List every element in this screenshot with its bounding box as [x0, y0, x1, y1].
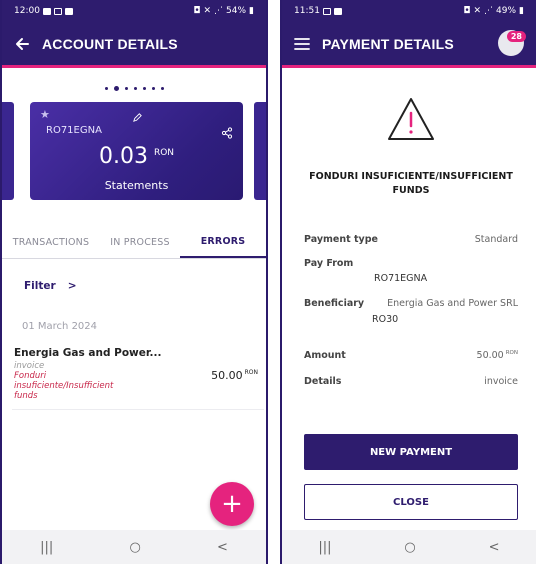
amount-value: 50.00	[476, 350, 504, 361]
add-button[interactable]: +	[210, 482, 254, 526]
gallery-icon	[53, 7, 62, 15]
amount-value-group: 50.00 RON	[477, 350, 518, 361]
details-value: invoice	[484, 376, 518, 387]
balance-currency: RON	[153, 148, 175, 158]
status-bar: 12:00 ◘ ✕ ⋰ 54% ▮	[2, 0, 266, 22]
carousel-dot	[124, 87, 128, 90]
amount-currency: RON	[505, 350, 518, 356]
warning-triangle-icon	[386, 96, 436, 146]
carousel-dot	[160, 87, 164, 90]
payment-type-value: Standard	[474, 234, 518, 245]
notification-badge: 28	[506, 31, 526, 42]
star-icon[interactable]: ★	[40, 108, 50, 121]
filter-label: Filter	[24, 280, 56, 292]
page-title: ACCOUNT DETAILS	[42, 35, 178, 52]
mute-icon: ✕	[203, 6, 212, 16]
amount-label: Amount	[304, 350, 346, 361]
share-icon[interactable]	[221, 124, 233, 143]
close-button[interactable]: CLOSE	[304, 484, 518, 520]
message-icon	[333, 7, 342, 15]
amount-currency: RON	[244, 369, 258, 376]
carousel-dot	[142, 87, 146, 90]
gallery-icon	[322, 7, 331, 15]
pay-from-label: Pay From	[304, 258, 354, 269]
filter-button[interactable]: Filter >	[24, 280, 77, 292]
pay-from-value: RO71EGNA	[374, 273, 428, 284]
recents-icon[interactable]: |||	[318, 540, 331, 555]
page-title: PAYMENT DETAILS	[322, 35, 454, 52]
back-icon[interactable]: <	[217, 540, 228, 555]
back-arrow-icon[interactable]	[14, 36, 30, 52]
status-time: 12:00	[14, 6, 40, 16]
recents-icon[interactable]: |||	[40, 540, 53, 555]
battery-icon: ▮	[519, 6, 524, 16]
carousel-dot	[151, 87, 155, 90]
signal-icon: ⋰	[214, 6, 224, 16]
carousel-dot-active	[113, 86, 119, 91]
home-icon[interactable]: ○	[404, 540, 415, 555]
carousel-dots	[2, 86, 266, 91]
previous-account-card[interactable]	[2, 102, 14, 200]
transaction-amount: 50.00 RON	[211, 369, 258, 382]
alarm-icon: ◘	[463, 6, 471, 16]
amount-value: 50.00	[211, 369, 243, 382]
transaction-description: invoice	[14, 361, 45, 371]
statements-link[interactable]: Statements	[30, 179, 243, 192]
error-title: FONDURI INSUFICIENTE/INSUFFICIENT FUNDS	[309, 171, 513, 196]
transaction-row[interactable]: Energia Gas and Power... invoice Fonduri…	[12, 342, 264, 410]
details-label: Details	[304, 376, 342, 387]
new-payment-button[interactable]: NEW PAYMENT	[304, 434, 518, 470]
next-account-card[interactable]	[254, 102, 266, 200]
beneficiary-name: Energia Gas and Power SRL	[387, 298, 518, 309]
carousel-dot	[133, 87, 137, 90]
account-details-screen: 12:00 ◘ ✕ ⋰ 54% ▮ ACCOUNT DETAILS ★ RO71…	[0, 0, 268, 564]
notification-icon	[42, 7, 51, 15]
beneficiary-label: Beneficiary	[304, 298, 365, 309]
transaction-error: Fonduri insuficiente/Insufficient funds	[14, 371, 114, 401]
battery-icon: ▮	[249, 6, 254, 16]
payment-type-label: Payment type	[304, 234, 378, 245]
back-icon[interactable]: <	[489, 540, 500, 555]
app-bar: ACCOUNT DETAILS	[2, 22, 266, 68]
balance-amount: 0.03	[98, 144, 148, 169]
account-iban: RO71EGNA	[46, 125, 102, 136]
status-bar: 11:51 ◘ ✕ ⋰ 49% ▮	[282, 0, 536, 22]
transaction-tabs: TRANSACTIONS IN PROCESS ERRORS	[2, 227, 266, 259]
payment-details-screen: 11:51 ◘ ✕ ⋰ 49% ▮ PAYMENT DETAILS 28 FON…	[280, 0, 536, 564]
alarm-icon: ◘	[193, 6, 201, 16]
beneficiary-iban: RO30	[372, 314, 399, 325]
message-icon	[64, 7, 73, 15]
battery-percent: 54%	[226, 6, 247, 16]
menu-icon[interactable]	[294, 37, 310, 51]
edit-pencil-icon[interactable]	[132, 108, 143, 127]
tab-errors[interactable]: ERRORS	[180, 227, 266, 258]
transaction-name: Energia Gas and Power...	[14, 347, 162, 359]
tab-transactions[interactable]: TRANSACTIONS	[2, 227, 100, 258]
system-nav-bar: ||| ○ <	[282, 530, 536, 564]
system-nav-bar: ||| ○ <	[2, 530, 266, 564]
tab-in-process[interactable]: IN PROCESS	[100, 227, 180, 258]
signal-icon: ⋰	[484, 6, 494, 16]
home-icon[interactable]: ○	[129, 540, 140, 555]
list-date-header: 01 March 2024	[22, 321, 98, 332]
account-card[interactable]: ★ RO71EGNA 0.03 RON Statements	[30, 102, 243, 200]
carousel-dot	[104, 87, 108, 90]
chevron-right-icon: >	[67, 280, 77, 292]
account-carousel[interactable]: ★ RO71EGNA 0.03 RON Statements	[2, 68, 266, 200]
battery-percent: 49%	[496, 6, 517, 16]
mute-icon: ✕	[473, 6, 482, 16]
status-time: 11:51	[294, 6, 320, 16]
account-balance: 0.03 RON	[30, 144, 243, 169]
